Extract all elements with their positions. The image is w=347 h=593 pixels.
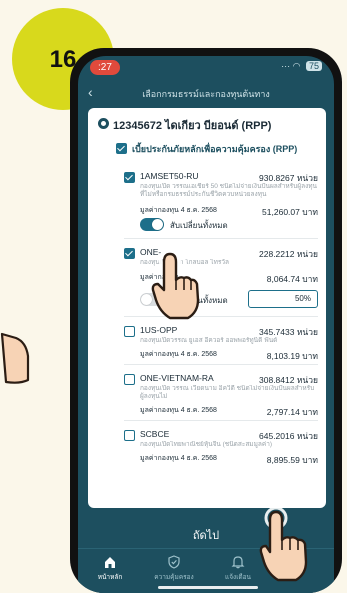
fund-value: 2,797.14 บาท [266, 407, 318, 417]
policy-radio-row[interactable]: 12345672 ไดเกียว บียอนด์ (RPP) [98, 116, 318, 132]
section-checkbox[interactable] [116, 143, 127, 154]
partial-hand-icon [0, 332, 30, 384]
divider [124, 238, 318, 239]
home-icon [105, 557, 115, 568]
switch-all-row[interactable]: สับเปลี่ยนทั้งหมด [140, 217, 318, 233]
nav-item-home[interactable]: หน้าหลัก [80, 555, 140, 582]
divider [124, 420, 318, 421]
fund-description: กองทุนเปิดวรรณ ยูเอส อีควอร์ ออพพอร์ทูนิ… [140, 337, 278, 344]
fund-description: กองทุนเปิด วรรณ เวียดนาม อิควิตี้ ชนิดไม… [140, 385, 315, 400]
screen-header: ‹ เลือกกรมธรรม์และกองทุนต้นทาง [78, 80, 334, 104]
divider [124, 364, 318, 365]
wifi-icon: ◠ [292, 61, 301, 71]
fund-code: 1AMSET50-RU [140, 171, 199, 181]
fund-checkbox[interactable] [124, 430, 135, 441]
policy-name: 12345672 ไดเกียว บียอนด์ (RPP) [113, 120, 272, 132]
tap-hand-icon [259, 506, 308, 582]
fund-item-1us-opp[interactable]: 1US-OPP 345.7433 หน่วย กองทุนเปิดวรรณ ยู… [124, 324, 318, 368]
policy-radio[interactable] [98, 118, 109, 129]
home-indicator [158, 586, 258, 589]
premium-section-row[interactable]: เบี้ยประกันภัยหลักเพื่อความคุ้มครอง (RPP… [116, 142, 318, 156]
fund-code: ONE-VIETNAM-RA [140, 373, 214, 383]
fund-item-one-vietnam[interactable]: ONE-VIETNAM-RA 308.8412 หน่วย กองทุนเปิด… [124, 372, 318, 426]
shield-icon [168, 555, 180, 569]
bell-icon [231, 556, 245, 569]
fund-checkbox[interactable] [124, 172, 135, 183]
fund-nav-date: มูลค่ากองทุน 4 ธ.ค. 2568 [140, 455, 217, 462]
fund-item-scbce[interactable]: SCBCE 645.2016 หน่วย กองทุนเปิดไทยพาณิชย… [124, 428, 318, 472]
fund-checkbox[interactable] [124, 374, 135, 385]
nav-item-coverage[interactable]: ความคุ้มครอง [144, 555, 204, 582]
switch-all-toggle[interactable] [140, 218, 164, 231]
page-title: เลือกกรมธรรม์และกองทุนต้นทาง [142, 89, 270, 99]
battery-level: 75 [305, 61, 322, 71]
fund-nav-date: มูลค่ากองทุน 4 ธ.ค. 2568 [140, 207, 217, 214]
fund-checkbox[interactable] [124, 248, 135, 259]
fund-code: SCBCE [140, 429, 170, 439]
fund-checkbox[interactable] [124, 326, 135, 337]
fund-value: 8,103.19 บาท [266, 351, 318, 361]
status-time: :27 [90, 60, 120, 75]
status-bar: :27 ··· ◠ 75 [78, 56, 334, 80]
fund-value: 8,064.74 บาท [266, 274, 318, 284]
signal-icon: ··· [281, 61, 291, 71]
section-title: เบี้ยประกันภัยหลักเพื่อความคุ้มครอง (RPP… [132, 144, 298, 154]
fund-nav-date: มูลค่ากองทุน 4 ธ.ค. 2568 [140, 351, 217, 358]
fund-value: 8,895.59 บาท [266, 455, 318, 465]
toggle-knob [152, 219, 163, 230]
tap-hand-icon [151, 248, 200, 320]
status-icons: ··· ◠ 75 [281, 61, 322, 72]
fund-code: 1US-OPP [140, 325, 178, 335]
switch-percent-input[interactable]: 50% [248, 290, 318, 308]
nav-label-home: หน้าหลัก [97, 574, 123, 581]
fund-description: กองทุนเปิด วรรณเอเชียร์ 50 ชนิดไม่จ่ายเง… [140, 183, 317, 198]
fund-selection-card: 12345672 ไดเกียว บียอนด์ (RPP) เบี้ยประก… [88, 108, 326, 508]
switch-all-label: สับเปลี่ยนทั้งหมด [170, 221, 228, 230]
nav-label-coverage: ความคุ้มครอง [154, 574, 194, 581]
fund-description: กองทุนเปิดไทยพาณิชย์หุ้นจีน (ชนิดสะสมมูล… [140, 441, 273, 448]
fund-nav-date: มูลค่ากองทุน 4 ธ.ค. 2568 [140, 407, 217, 414]
